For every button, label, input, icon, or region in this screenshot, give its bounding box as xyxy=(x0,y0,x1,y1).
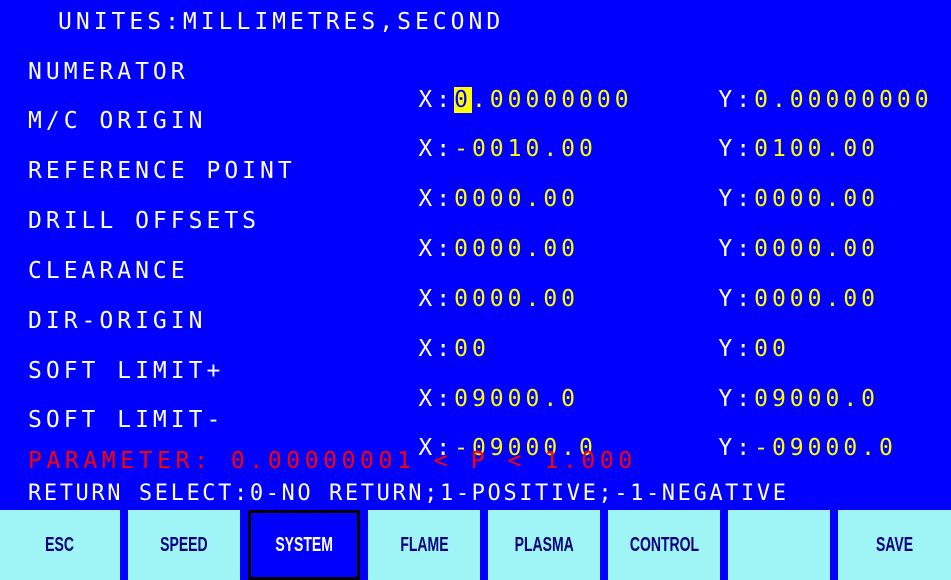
plasma-softkey[interactable]: PLASMA xyxy=(488,510,600,580)
system-softkey[interactable]: SYSTEM xyxy=(248,510,360,580)
return-select-hint: RETURN SELECT:0-NO RETURN;1-POSITIVE;-1-… xyxy=(28,481,789,506)
control-softkey[interactable]: CONTROL xyxy=(608,510,720,580)
label-dir-origin: DIR-ORIGIN xyxy=(28,308,207,334)
label-soft-limit-plus: SOFT LIMIT+ xyxy=(28,358,225,384)
label-soft-limit-minus: SOFT LIMIT- xyxy=(28,407,225,433)
flame-softkey[interactable]: FLAME xyxy=(368,510,480,580)
label-reference-point: REFERENCE POINT xyxy=(28,158,296,184)
speed-softkey[interactable]: SPEED xyxy=(128,510,240,580)
label-mc-origin: M/C ORIGIN xyxy=(28,108,207,134)
label-drill-offsets: DRILL OFFSETS xyxy=(28,208,261,234)
parameter-screen: UNITES:MILLIMETRES,SECOND NUMERATOR X:0.… xyxy=(0,0,951,580)
soft-limit-minus-y-field[interactable]: Y:-09000.0 xyxy=(647,406,897,490)
save-softkey[interactable]: SAVE xyxy=(838,510,951,580)
y-prefix: Y: xyxy=(718,435,755,461)
soft-limit-minus-y-value: -09000.0 xyxy=(754,435,897,461)
units-header: UNITES:MILLIMETRES,SECOND xyxy=(58,9,505,35)
blank-softkey[interactable] xyxy=(728,510,830,580)
esc-softkey[interactable]: ESC xyxy=(0,510,120,580)
label-numerator: NUMERATOR xyxy=(28,59,189,85)
parameter-range-hint: PARAMETER: 0.00000001 < P < 1.000 xyxy=(28,448,637,474)
label-clearance: CLEARANCE xyxy=(28,258,189,284)
